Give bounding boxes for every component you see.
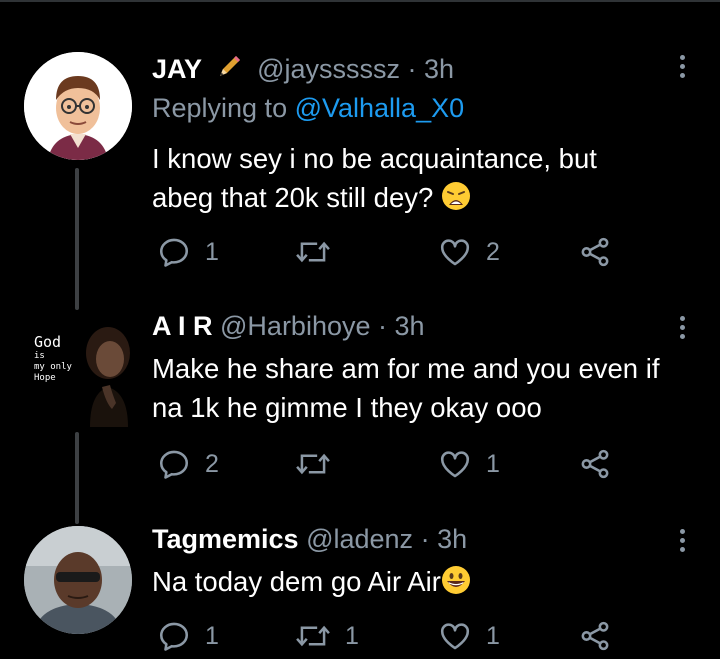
- reply-count: 1: [205, 237, 219, 266]
- thread-line: [75, 432, 79, 524]
- reply-count: 1: [205, 621, 219, 650]
- share-button[interactable]: [578, 234, 612, 270]
- like-button[interactable]: 1: [438, 618, 500, 654]
- tweet-text: I know sey i no be acquaintance, but abe…: [152, 139, 712, 221]
- like-button[interactable]: 2: [438, 234, 500, 270]
- thread-line: [75, 168, 79, 310]
- avatar-image: [24, 526, 132, 634]
- user-handle[interactable]: @ladenz: [306, 524, 413, 554]
- retweet-count: 1: [345, 621, 359, 650]
- retweet-icon: [296, 625, 330, 647]
- reply-icon: [159, 238, 189, 267]
- like-count: 1: [486, 449, 500, 478]
- timestamp[interactable]: 3h: [424, 54, 454, 84]
- avatar[interactable]: [24, 526, 132, 634]
- grinning-face-icon: [441, 565, 471, 605]
- reply-icon: [159, 450, 189, 479]
- like-count: 1: [486, 621, 500, 650]
- tweet-text: Na today dem go Air Air: [152, 562, 712, 605]
- tweet-text-line: abeg that 20k still dey?: [152, 178, 712, 221]
- reply-button[interactable]: 1: [157, 618, 219, 654]
- timestamp[interactable]: 3h: [395, 311, 425, 341]
- share-icon: [581, 449, 609, 479]
- reply-button[interactable]: 1: [157, 234, 219, 270]
- tweet-text: Make he share am for me and you even if …: [152, 349, 712, 427]
- top-divider: [0, 0, 720, 2]
- retweet-button[interactable]: 1: [295, 618, 359, 654]
- avatar[interactable]: God is my only Hope: [20, 313, 134, 427]
- share-icon: [581, 621, 609, 651]
- mention-link[interactable]: @Valhalla_X0: [295, 93, 465, 123]
- tweet-header: A I R @Harbihoye · 3h: [152, 311, 425, 342]
- display-name[interactable]: A I R: [152, 311, 213, 341]
- heart-icon: [440, 239, 470, 266]
- like-button[interactable]: 1: [438, 446, 500, 482]
- more-options-icon[interactable]: [672, 313, 692, 343]
- reply-button[interactable]: 2: [157, 446, 219, 482]
- separator: ·: [413, 524, 438, 554]
- tweet-header: Tagmemics @ladenz · 3h: [152, 524, 467, 555]
- bitmoji-avatar-image: [24, 52, 132, 160]
- user-handle[interactable]: @jaysssssz: [257, 54, 400, 84]
- tweet-header: JAY @jaysssssz · 3h: [152, 52, 454, 89]
- reply-icon: [159, 622, 189, 651]
- user-handle[interactable]: @Harbihoye: [220, 311, 370, 341]
- display-name[interactable]: Tagmemics: [152, 524, 299, 554]
- heart-icon: [440, 451, 470, 478]
- tweet-text-line: I know sey i no be acquaintance, but: [152, 143, 597, 174]
- more-options-icon[interactable]: [672, 526, 692, 556]
- replying-to: Replying to @Valhalla_X0: [152, 93, 464, 124]
- retweet-icon: [296, 241, 330, 263]
- avatar[interactable]: [24, 52, 132, 160]
- heart-icon: [440, 623, 470, 650]
- weary-face-icon: [441, 181, 471, 221]
- retweet-icon: [296, 453, 330, 475]
- share-icon: [581, 237, 609, 267]
- like-count: 2: [486, 237, 500, 266]
- more-options-icon[interactable]: [672, 52, 692, 82]
- reply-count: 2: [205, 449, 219, 478]
- retweet-button[interactable]: [295, 446, 345, 482]
- share-button[interactable]: [578, 618, 612, 654]
- display-name[interactable]: JAY: [152, 54, 202, 84]
- replying-prefix: Replying to: [152, 93, 295, 123]
- timestamp[interactable]: 3h: [437, 524, 467, 554]
- tweet-text-line: na 1k he gimme I they okay ooo: [152, 392, 542, 423]
- separator: ·: [400, 54, 425, 84]
- avatar-caption: God is my only Hope: [34, 333, 72, 383]
- retweet-button[interactable]: [295, 234, 345, 270]
- separator: ·: [370, 311, 395, 341]
- pencil-icon: [214, 52, 244, 89]
- tweet-text-line: Make he share am for me and you even if: [152, 353, 660, 384]
- tweet-text-line: Na today dem go Air Air: [152, 562, 712, 605]
- share-button[interactable]: [578, 446, 612, 482]
